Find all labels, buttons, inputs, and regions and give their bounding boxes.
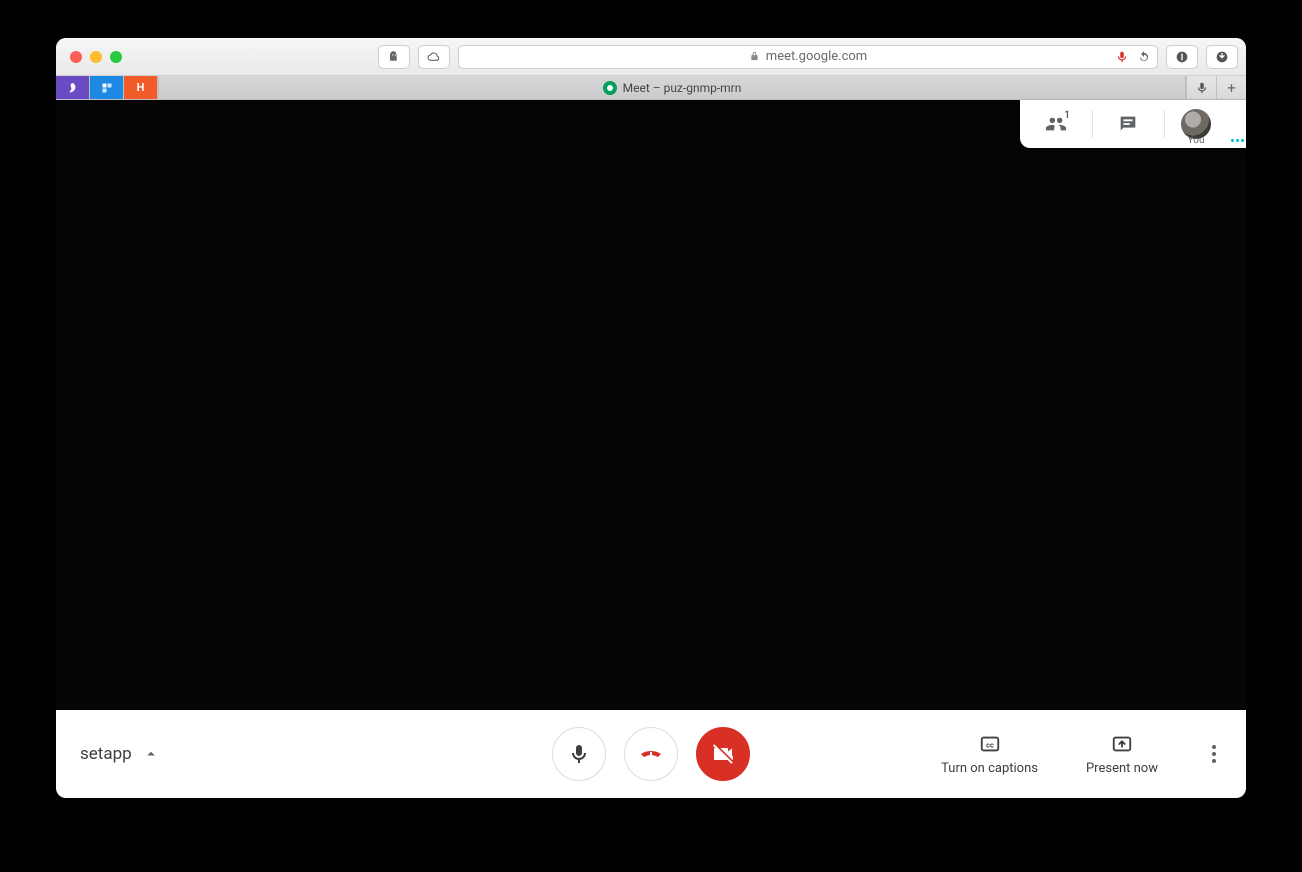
- pinned-tab-2-icon: [101, 82, 113, 94]
- url-center: meet.google.com: [749, 49, 867, 64]
- url-right: [1115, 50, 1151, 64]
- tab-title: Meet – puz-gnmp-mrn: [623, 81, 742, 95]
- onepassword-button[interactable]: [1166, 45, 1198, 69]
- microphone-icon: [567, 742, 591, 766]
- you-label: You: [1188, 135, 1205, 146]
- tab-bar: H Meet – puz-gnmp-mrn +: [56, 76, 1246, 100]
- onepassword-icon: [1174, 49, 1190, 65]
- captions-label: Turn on captions: [941, 761, 1038, 776]
- dots-icon: [1231, 139, 1234, 142]
- pinned-tab-2[interactable]: [90, 76, 124, 99]
- meeting-name: setapp: [80, 744, 132, 764]
- pinned-tab-3-label: H: [137, 81, 145, 94]
- present-icon: [1111, 733, 1133, 755]
- traffic-lights: [70, 51, 122, 63]
- captions-button[interactable]: cc Turn on captions: [941, 733, 1038, 776]
- hangup-icon: [639, 742, 663, 766]
- reload-icon[interactable]: [1137, 50, 1151, 64]
- new-tab-button[interactable]: +: [1216, 76, 1246, 99]
- browser-toolbar: meet.google.com: [56, 38, 1246, 76]
- captions-icon: cc: [979, 733, 1001, 755]
- minimize-window-button[interactable]: [90, 51, 102, 63]
- people-count: 1: [1064, 110, 1070, 121]
- ghost-icon: [386, 49, 402, 65]
- pinned-tab-1[interactable]: [56, 76, 90, 99]
- cloud-icon: [426, 49, 442, 65]
- people-button[interactable]: 1: [1020, 100, 1092, 148]
- downloads-button[interactable]: [1206, 45, 1238, 69]
- top-panel: 1 You: [1020, 100, 1246, 148]
- call-controls: [552, 727, 750, 781]
- url-text: meet.google.com: [766, 49, 867, 64]
- close-window-button[interactable]: [70, 51, 82, 63]
- more-options-button[interactable]: [1206, 739, 1222, 769]
- self-view-options[interactable]: [1228, 100, 1246, 148]
- download-icon: [1214, 49, 1230, 65]
- microphone-button[interactable]: [552, 727, 606, 781]
- meet-favicon-icon: [603, 81, 617, 95]
- present-label: Present now: [1086, 761, 1158, 776]
- pinned-tab-1-icon: [67, 82, 79, 94]
- ghost-button[interactable]: [378, 45, 410, 69]
- video-feed: [56, 100, 1246, 798]
- active-tab[interactable]: Meet – puz-gnmp-mrn: [158, 76, 1186, 99]
- chevron-up-icon: [142, 745, 160, 763]
- lock-icon: [749, 51, 760, 62]
- mic-active-icon[interactable]: [1115, 50, 1129, 64]
- url-bar[interactable]: meet.google.com: [458, 45, 1158, 69]
- chat-icon: [1117, 113, 1139, 135]
- svg-text:cc: cc: [986, 740, 994, 749]
- camera-off-icon: [711, 742, 735, 766]
- plus-icon: +: [1227, 79, 1236, 97]
- tab-mic-icon: [1195, 81, 1209, 95]
- page-viewport: 1 You setapp: [56, 100, 1246, 798]
- cloud-button[interactable]: [418, 45, 450, 69]
- pinned-tab-3[interactable]: H: [124, 76, 158, 99]
- right-actions: cc Turn on captions Present now: [941, 733, 1222, 776]
- leave-call-button[interactable]: [624, 727, 678, 781]
- camera-button[interactable]: [696, 727, 750, 781]
- tab-audio-indicator[interactable]: [1186, 76, 1216, 99]
- bottom-bar: setapp: [56, 710, 1246, 798]
- chat-button[interactable]: [1092, 100, 1164, 148]
- self-view[interactable]: You: [1164, 100, 1228, 148]
- present-button[interactable]: Present now: [1086, 733, 1158, 776]
- meeting-details-button[interactable]: setapp: [80, 744, 160, 764]
- more-vertical-icon: [1212, 745, 1216, 749]
- maximize-window-button[interactable]: [110, 51, 122, 63]
- safari-window: meet.google.com: [56, 38, 1246, 798]
